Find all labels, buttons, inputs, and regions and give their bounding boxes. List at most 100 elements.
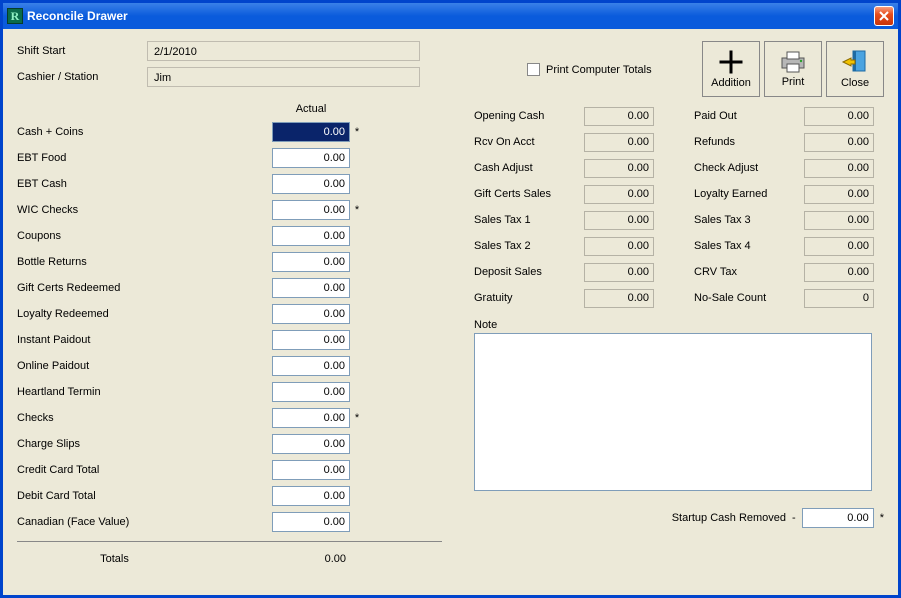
actual-row: Gift Certs Redeemed (17, 275, 446, 301)
actual-row-input[interactable] (272, 252, 350, 272)
actual-row: Charge Slips (17, 431, 446, 457)
header-fields: Shift Start 2/1/2010 Cashier / Station J… (17, 41, 467, 97)
summary-row: Sales Tax 20.00 (474, 233, 664, 259)
summary-row: Opening Cash0.00 (474, 103, 664, 129)
actual-row-star: * (350, 204, 364, 216)
close-button[interactable]: Close (826, 41, 884, 97)
actual-row: EBT Food (17, 145, 446, 171)
actual-row-label: Canadian (Face Value) (17, 516, 272, 528)
right-column: Opening Cash0.00Rcv On Acct0.00Cash Adju… (446, 103, 884, 570)
summary-row-value: 0.00 (584, 211, 654, 230)
actual-row-star: * (350, 126, 364, 138)
summary-row: Sales Tax 30.00 (694, 207, 884, 233)
summary-col-1: Opening Cash0.00Rcv On Acct0.00Cash Adju… (474, 103, 664, 311)
actual-row: WIC Checks* (17, 197, 446, 223)
summary-row-value: 0.00 (584, 107, 654, 126)
shift-start-label: Shift Start (17, 45, 147, 57)
summary-row-label: Deposit Sales (474, 266, 584, 278)
cashier-station-value: Jim (147, 67, 420, 87)
summary-row-value: 0.00 (584, 159, 654, 178)
summary-row: Rcv On Acct0.00 (474, 129, 664, 155)
actual-row: Loyalty Redeemed (17, 301, 446, 327)
actual-row-input[interactable] (272, 382, 350, 402)
summary-row: No-Sale Count0 (694, 285, 884, 311)
actual-row-input[interactable] (272, 434, 350, 454)
summary-row: Sales Tax 40.00 (694, 233, 884, 259)
actual-row-input[interactable] (272, 356, 350, 376)
printer-icon (779, 50, 807, 74)
startup-cash-removed-input[interactable] (802, 508, 874, 528)
startup-cash-removed-row: Startup Cash Removed - * (474, 508, 884, 528)
summary-row: CRV Tax0.00 (694, 259, 884, 285)
print-computer-totals-label: Print Computer Totals (546, 64, 652, 76)
summary-row-label: Sales Tax 3 (694, 214, 804, 226)
summary-row-label: Paid Out (694, 110, 804, 122)
actual-row-input[interactable] (272, 512, 350, 532)
actual-rows: Cash + Coins*EBT FoodEBT CashWIC Checks*… (17, 119, 446, 535)
actual-row-input[interactable] (272, 226, 350, 246)
actual-row: Canadian (Face Value) (17, 509, 446, 535)
actual-row-input[interactable] (272, 460, 350, 480)
summary-row-label: Gift Certs Sales (474, 188, 584, 200)
summary-row-value: 0.00 (804, 133, 874, 152)
actual-row-star: * (350, 412, 364, 424)
actual-row: Bottle Returns (17, 249, 446, 275)
actual-row: Debit Card Total (17, 483, 446, 509)
actual-row-label: Checks (17, 412, 272, 424)
actual-row-input[interactable] (272, 200, 350, 220)
print-computer-totals[interactable]: Print Computer Totals (527, 63, 702, 76)
summary-row-label: No-Sale Count (694, 292, 804, 304)
totals-value: 0.00 (272, 553, 350, 565)
summary-row-label: CRV Tax (694, 266, 804, 278)
app-icon: R (7, 8, 23, 24)
actual-row-label: Coupons (17, 230, 272, 242)
summary-row-label: Refunds (694, 136, 804, 148)
actual-row-input[interactable] (272, 330, 350, 350)
totals-row: Totals 0.00 (17, 548, 446, 570)
actual-row: Heartland Termin (17, 379, 446, 405)
actual-row-label: Charge Slips (17, 438, 272, 450)
cashier-station-label: Cashier / Station (17, 71, 147, 83)
summary-grid: Opening Cash0.00Rcv On Acct0.00Cash Adju… (474, 103, 884, 311)
actual-row-input[interactable] (272, 174, 350, 194)
summary-row-value: 0.00 (584, 133, 654, 152)
titlebar: R Reconcile Drawer (3, 3, 898, 29)
totals-label: Totals (17, 553, 272, 565)
actual-row-input[interactable] (272, 486, 350, 506)
startup-cash-removed-label: Startup Cash Removed (672, 512, 786, 524)
top-row: Shift Start 2/1/2010 Cashier / Station J… (17, 41, 884, 97)
actual-row-input[interactable] (272, 278, 350, 298)
actual-row-input[interactable] (272, 122, 350, 142)
actual-row-label: Loyalty Redeemed (17, 308, 272, 320)
actual-header: Actual (272, 103, 350, 115)
addition-button[interactable]: Addition (702, 41, 760, 97)
summary-row-value: 0.00 (584, 289, 654, 308)
totals-separator (17, 541, 442, 542)
actual-row-label: EBT Food (17, 152, 272, 164)
summary-row: Paid Out0.00 (694, 103, 884, 129)
actual-row-input[interactable] (272, 148, 350, 168)
window-title: Reconcile Drawer (27, 9, 874, 23)
print-button[interactable]: Print (764, 41, 822, 97)
summary-row: Gift Certs Sales0.00 (474, 181, 664, 207)
summary-row-label: Rcv On Acct (474, 136, 584, 148)
note-textarea[interactable] (474, 333, 872, 491)
summary-row-label: Gratuity (474, 292, 584, 304)
actual-row-label: Instant Paidout (17, 334, 272, 346)
print-button-label: Print (782, 76, 805, 88)
actual-row: Checks * (17, 405, 446, 431)
actual-row-label: Credit Card Total (17, 464, 272, 476)
summary-row-value: 0.00 (804, 237, 874, 256)
actual-row: EBT Cash (17, 171, 446, 197)
summary-row-label: Check Adjust (694, 162, 804, 174)
window-close-button[interactable] (874, 6, 894, 26)
toolbar: Addition Print (702, 41, 884, 97)
print-computer-totals-checkbox[interactable] (527, 63, 540, 76)
actual-row: Credit Card Total (17, 457, 446, 483)
summary-row: Deposit Sales0.00 (474, 259, 664, 285)
summary-row-label: Sales Tax 1 (474, 214, 584, 226)
actual-row-input[interactable] (272, 304, 350, 324)
summary-row-value: 0.00 (804, 159, 874, 178)
actual-row-input[interactable] (272, 408, 350, 428)
actual-row-label: Bottle Returns (17, 256, 272, 268)
